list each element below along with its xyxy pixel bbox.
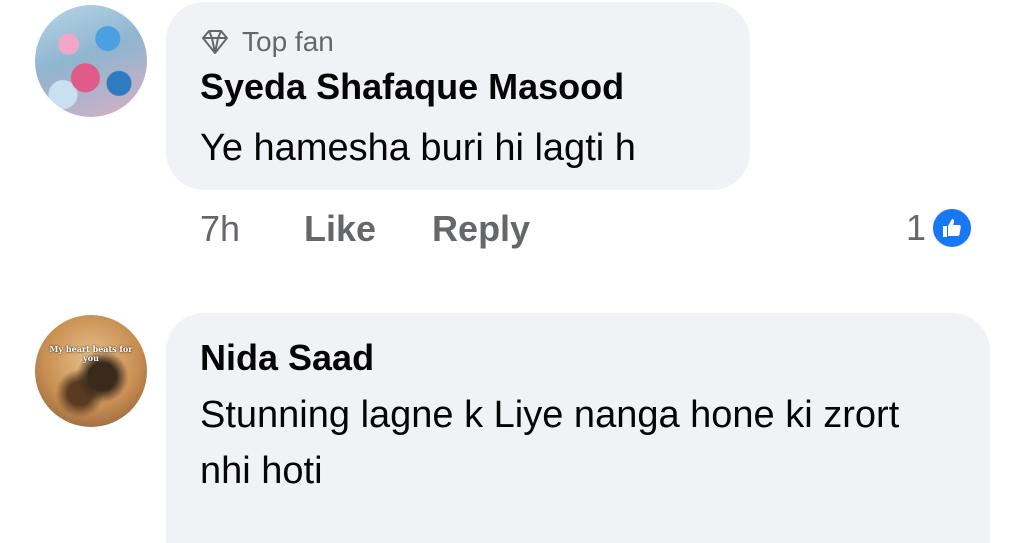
like-reaction-icon — [930, 206, 975, 250]
comment-bubble: Top fan Syeda Shafaque Masood Ye hamesha… — [166, 2, 750, 190]
top-fan-badge: Top fan — [200, 26, 334, 58]
commenter-avatar[interactable]: My heart beats for you — [35, 315, 147, 427]
avatar-caption: My heart beats for you — [49, 344, 133, 363]
reaction-count: 1 — [906, 207, 927, 248]
comment-actions: 7h Like Reply — [200, 208, 586, 250]
diamond-icon — [202, 30, 228, 54]
comment-timestamp[interactable]: 7h — [200, 208, 304, 250]
comment-bubble: Nida Saad Stunning lagne k Liye nanga ho… — [166, 313, 990, 543]
commenter-avatar[interactable] — [35, 5, 147, 117]
like-button[interactable]: Like — [304, 208, 376, 250]
comment-text: Stunning lagne k Liye nanga hone ki zror… — [200, 394, 900, 492]
reaction-summary[interactable]: 1 — [906, 206, 975, 250]
badge-label: Top fan — [242, 26, 334, 57]
comment-author[interactable]: Syeda Shafaque Masood — [200, 66, 624, 108]
reply-button[interactable]: Reply — [432, 208, 530, 250]
comment-author[interactable]: Nida Saad — [200, 337, 374, 379]
comment-text: Ye hamesha buri hi lagti h — [200, 127, 636, 169]
